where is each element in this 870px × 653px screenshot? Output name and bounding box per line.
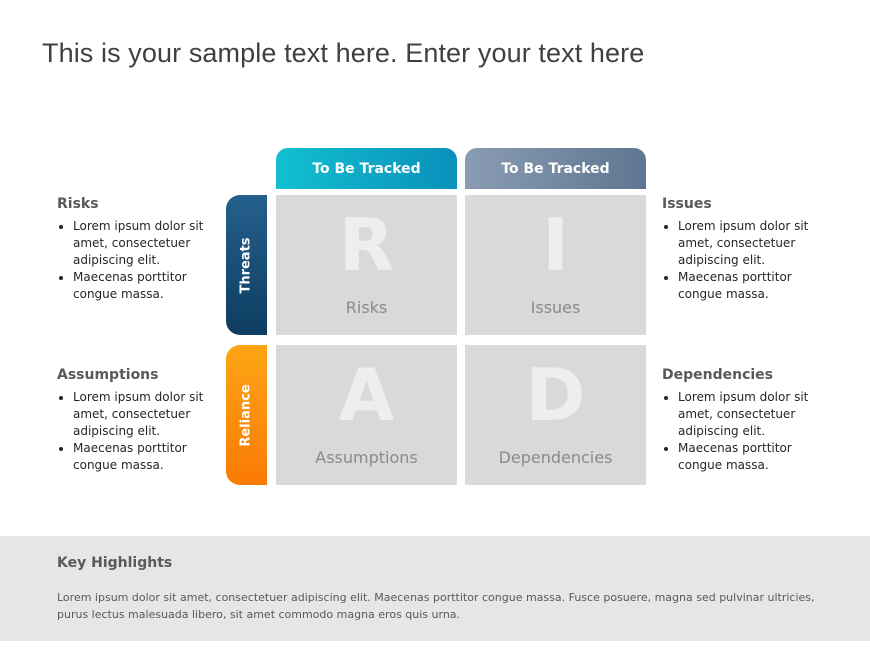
side-note-heading: Assumptions [57, 367, 159, 383]
row-label-threats: Threats [239, 236, 255, 294]
slide-title: This is your sample text here. Enter you… [42, 38, 645, 68]
bullet-item: Maecenas porttitor congue massa. [73, 440, 217, 474]
side-note-issues: Issues Lorem ipsum dolor sit amet, conse… [662, 196, 822, 303]
side-note-risks: Risks Lorem ipsum dolor sit amet, consec… [57, 196, 217, 303]
bullet-list: Lorem ipsum dolor sit amet, consectetuer… [662, 389, 822, 474]
row-tab-threats: Threats [226, 195, 267, 335]
quadrant-letter: R [338, 203, 395, 287]
quadrant-letter: D [525, 353, 586, 437]
bullet-list: Lorem ipsum dolor sit amet, consectetuer… [57, 218, 217, 303]
bullet-item: Lorem ipsum dolor sit amet, consectetuer… [73, 218, 217, 269]
quadrant-assumptions: A Assumptions [276, 345, 457, 485]
key-highlights-heading: Key Highlights [57, 555, 173, 571]
row-tab-reliance: Reliance [226, 345, 267, 485]
side-note-heading: Issues [662, 196, 712, 212]
bullet-item: Maecenas porttitor congue massa. [73, 269, 217, 303]
bullet-item: Maecenas porttitor congue massa. [678, 269, 822, 303]
quadrant-dependencies: D Dependencies [465, 345, 646, 485]
key-highlights-body: Lorem ipsum dolor sit amet, consectetuer… [57, 591, 815, 621]
key-highlights-panel: Key Highlights Lorem ipsum dolor sit ame… [0, 536, 870, 641]
bullet-item: Lorem ipsum dolor sit amet, consectetuer… [678, 389, 822, 440]
column-header-tracked-1: To Be Tracked [276, 148, 457, 189]
column-header-tracked-2: To Be Tracked [465, 148, 646, 189]
quadrant-risks: R Risks [276, 195, 457, 335]
row-label-reliance: Reliance [239, 383, 255, 447]
bullet-item: Maecenas porttitor congue massa. [678, 440, 822, 474]
bullet-list: Lorem ipsum dolor sit amet, consectetuer… [57, 389, 217, 474]
quadrant-label: Issues [530, 298, 581, 317]
side-note-assumptions: Assumptions Lorem ipsum dolor sit amet, … [57, 367, 217, 474]
quadrant-letter: A [338, 353, 395, 437]
quadrant-label: Assumptions [315, 448, 418, 467]
quadrant-issues: I Issues [465, 195, 646, 335]
side-note-dependencies: Dependencies Lorem ipsum dolor sit amet,… [662, 367, 822, 474]
side-note-heading: Risks [57, 196, 99, 212]
side-note-heading: Dependencies [662, 367, 774, 383]
quadrant-letter: I [542, 203, 569, 287]
bullet-list: Lorem ipsum dolor sit amet, consectetuer… [662, 218, 822, 303]
quadrant-label: Dependencies [498, 448, 613, 467]
bullet-item: Lorem ipsum dolor sit amet, consectetuer… [73, 389, 217, 440]
quadrant-label: Risks [345, 298, 388, 317]
bullet-item: Lorem ipsum dolor sit amet, consectetuer… [678, 218, 822, 269]
